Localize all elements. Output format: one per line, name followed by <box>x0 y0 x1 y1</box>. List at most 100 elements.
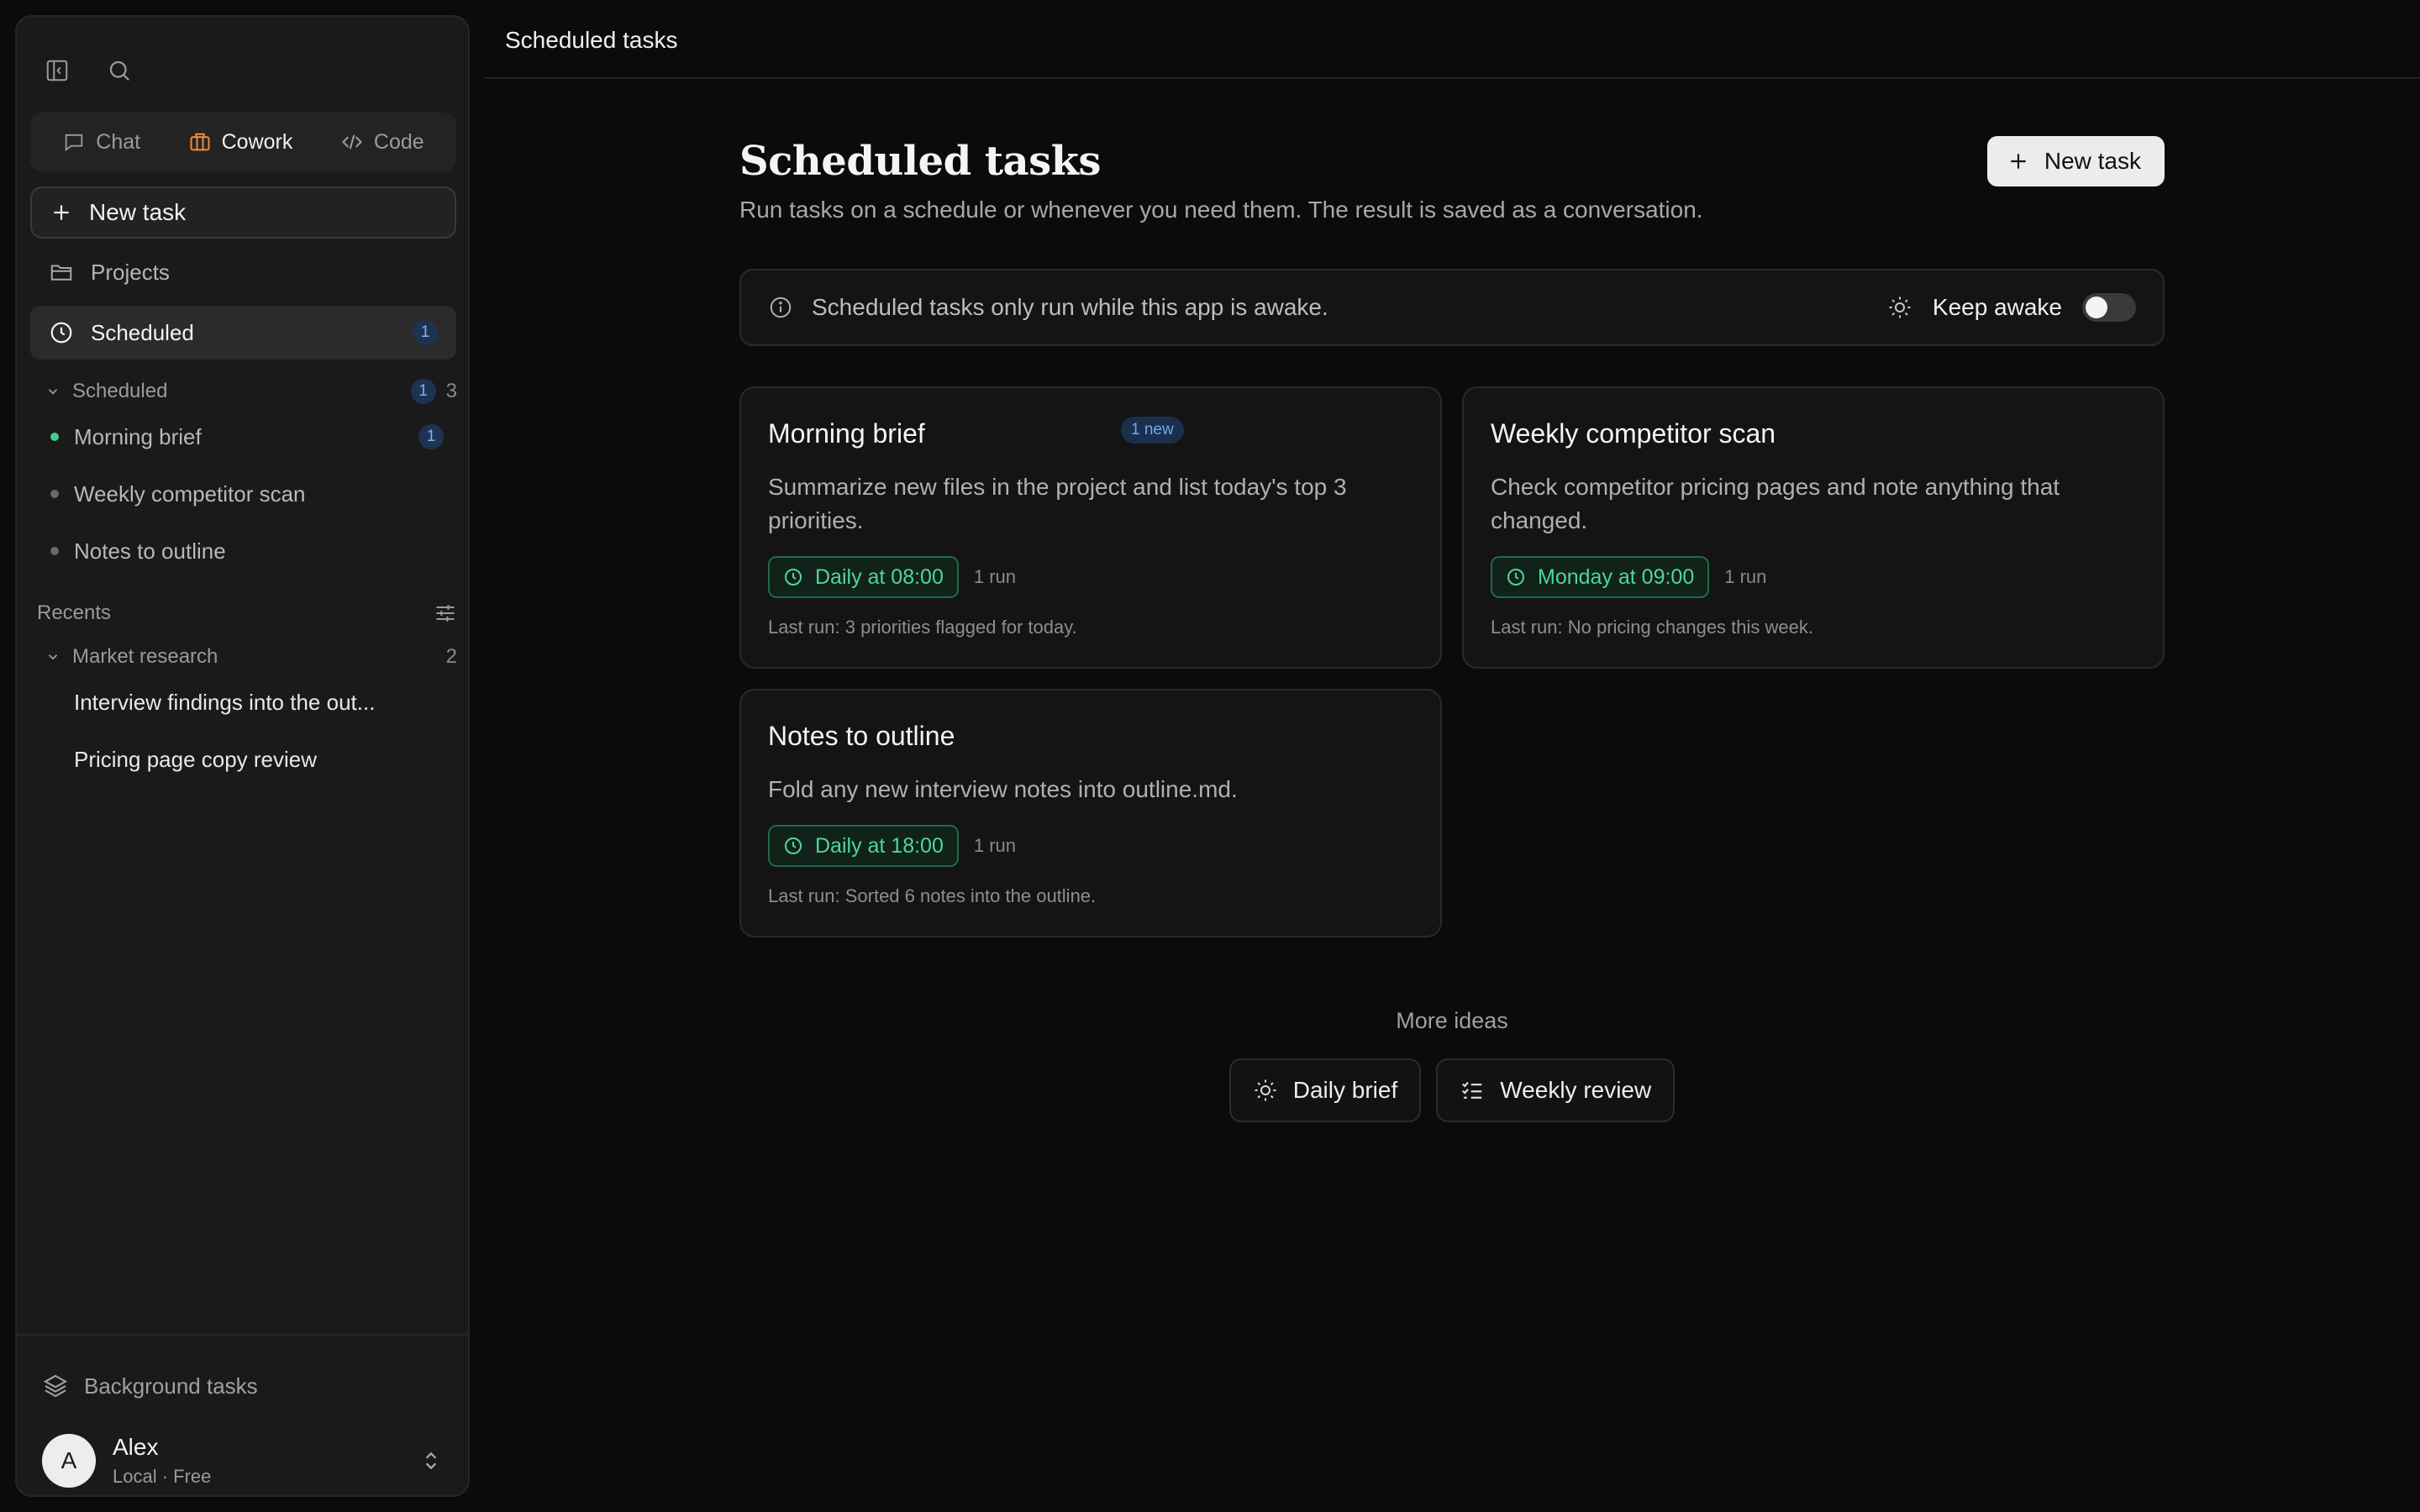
scheduled-item-morning-brief[interactable]: Morning brief 1 <box>50 416 457 458</box>
sidebar-item-scheduled[interactable]: Scheduled 1 <box>30 306 456 360</box>
toggle-knob <box>2086 297 2107 318</box>
recents-group-count: 2 <box>445 645 457 668</box>
sun-icon <box>1889 297 1911 318</box>
recents-group-header[interactable]: Market research 2 <box>45 640 457 674</box>
briefcase-icon <box>190 133 210 151</box>
run-count: 1 run <box>1724 566 1767 587</box>
schedule-text: Daily at 18:00 <box>815 833 944 858</box>
page-title: Scheduled tasks <box>739 138 1101 185</box>
scheduled-item-label: Weekly competitor scan <box>74 480 306 507</box>
recent-item-interview-findings[interactable]: Interview findings into the out... <box>74 681 402 723</box>
idea-daily-brief-button[interactable]: Daily brief <box>1228 1058 1422 1122</box>
scheduled-item-notes-to-outline[interactable]: Notes to outline <box>50 530 457 572</box>
sun-icon <box>1255 1079 1276 1101</box>
filter-sliders-icon[interactable] <box>434 601 457 625</box>
recent-item-label: Pricing page copy review <box>74 746 318 772</box>
sidebar-item-projects[interactable]: Projects <box>30 245 456 299</box>
new-task-main-label: New task <box>2044 148 2141 174</box>
sidebar-toggle-icon[interactable] <box>42 55 72 86</box>
sidebar: Chat Cowork Code New task Projects Sched… <box>15 15 470 1497</box>
new-runs-badge: 1 new <box>1121 417 1184 444</box>
folder-icon <box>50 265 72 281</box>
keep-awake-control: Keep awake <box>1887 293 2136 322</box>
top-bar: Scheduled tasks <box>485 0 2420 79</box>
task-schedule-row: Daily at 08:00 1 run <box>768 556 1016 598</box>
clock-icon <box>1507 569 1524 585</box>
scheduled-item-weekly-competitor-scan[interactable]: Weekly competitor scan <box>50 473 457 515</box>
idea-weekly-review-button[interactable]: Weekly review <box>1436 1058 1676 1122</box>
checklist-icon <box>1462 1081 1482 1099</box>
sidebar-toolbar <box>42 55 134 86</box>
schedule-text: Monday at 09:00 <box>1538 564 1695 589</box>
tab-code[interactable]: Code <box>327 122 438 163</box>
chat-bubble-icon <box>65 134 83 152</box>
more-ideas-list: Daily brief Weekly review <box>739 1058 2165 1122</box>
last-run-text: Last run: Sorted 6 notes into the outlin… <box>768 885 1097 906</box>
task-title: Morning brief <box>768 418 925 449</box>
tab-cowork[interactable]: Cowork <box>175 122 307 163</box>
mode-tabs: Chat Cowork Code <box>30 113 456 171</box>
avatar: A <box>42 1434 96 1488</box>
scheduled-badge: 1 <box>413 320 438 345</box>
user-plan: Local · Free <box>113 1466 212 1487</box>
last-run-text: Last run: 3 priorities flagged for today… <box>768 617 1077 638</box>
more-ideas-title: More ideas <box>1396 1008 1508 1033</box>
tab-chat-label: Chat <box>96 129 141 154</box>
schedule-text: Daily at 08:00 <box>815 564 944 589</box>
task-card-weekly-competitor-scan[interactable]: Weekly competitor scan Check competitor … <box>1462 386 2165 669</box>
scheduled-group-counts: 1 3 <box>410 379 457 404</box>
recents-header: Recents <box>37 596 457 630</box>
chevron-down-icon <box>48 389 58 395</box>
new-task-label: New task <box>89 199 187 225</box>
run-count: 1 run <box>973 566 1017 587</box>
idea-label: Daily brief <box>1292 1077 1398 1103</box>
scheduled-group-label: Scheduled <box>72 380 168 402</box>
task-schedule-row: Monday at 09:00 1 run <box>1491 556 1766 598</box>
new-task-main-button[interactable]: New task <box>1986 136 2165 186</box>
tab-code-label: Code <box>373 129 424 154</box>
scheduled-group-count: 3 <box>445 380 457 402</box>
last-run-text: Last run: No pricing changes this week. <box>1491 617 1813 638</box>
background-tasks-button[interactable]: Background tasks <box>42 1373 258 1399</box>
notice-text: Scheduled tasks only run while this app … <box>812 294 1328 320</box>
recents-group-counts: 2 <box>446 645 457 669</box>
chevron-up-down-icon <box>425 1452 437 1470</box>
task-description: Summarize new files in the project and l… <box>768 474 1347 533</box>
plus-icon <box>54 205 69 220</box>
task-description: Check competitor pricing pages and note … <box>1491 474 2060 533</box>
idea-label: Weekly review <box>1500 1077 1652 1103</box>
scheduled-label: Scheduled <box>91 319 194 345</box>
search-icon[interactable] <box>104 55 134 86</box>
recent-item-pricing-page-review[interactable]: Pricing page copy review <box>74 738 402 780</box>
scheduled-group-header[interactable]: Scheduled 1 3 <box>45 375 457 408</box>
user-name: Alex <box>113 1434 159 1460</box>
keep-awake-toggle[interactable] <box>2082 293 2136 322</box>
task-card-morning-brief[interactable]: Morning brief 1 new Summarize new files … <box>739 386 1442 669</box>
user-menu[interactable]: A Alex Local · Free <box>42 1433 454 1488</box>
task-title: Weekly competitor scan <box>1491 418 1776 449</box>
tab-chat[interactable]: Chat <box>49 122 154 163</box>
schedule-pill: Monday at 09:00 <box>1491 556 1710 598</box>
status-dot <box>50 547 59 555</box>
recent-item-label: Interview findings into the out... <box>74 689 376 715</box>
plus-icon <box>2011 154 2026 169</box>
schedule-pill: Daily at 08:00 <box>768 556 959 598</box>
task-card-notes-to-outline[interactable]: Notes to outline Fold any new interview … <box>739 689 1442 937</box>
task-description: Fold any new interview notes into outlin… <box>768 776 1238 802</box>
user-info: Alex Local · Free <box>113 1434 211 1488</box>
schedule-pill: Daily at 18:00 <box>768 825 959 867</box>
code-icon <box>341 134 362 150</box>
page-subtitle: Run tasks on a schedule or whenever you … <box>739 197 1703 223</box>
scheduled-group-badge: 1 <box>410 379 436 404</box>
clock-icon <box>785 569 802 585</box>
scheduled-item-label: Morning brief <box>74 423 202 449</box>
info-icon <box>770 297 792 318</box>
clock-icon <box>50 322 72 344</box>
recents-group-label: Market research <box>72 645 218 668</box>
tab-cowork-label: Cowork <box>221 129 293 154</box>
layers-icon <box>43 1374 68 1398</box>
new-task-button[interactable]: New task <box>30 186 456 239</box>
scheduled-item-label: Notes to outline <box>74 538 226 564</box>
awake-notice: Scheduled tasks only run while this app … <box>739 269 2165 346</box>
keep-awake-label: Keep awake <box>1932 294 2062 320</box>
